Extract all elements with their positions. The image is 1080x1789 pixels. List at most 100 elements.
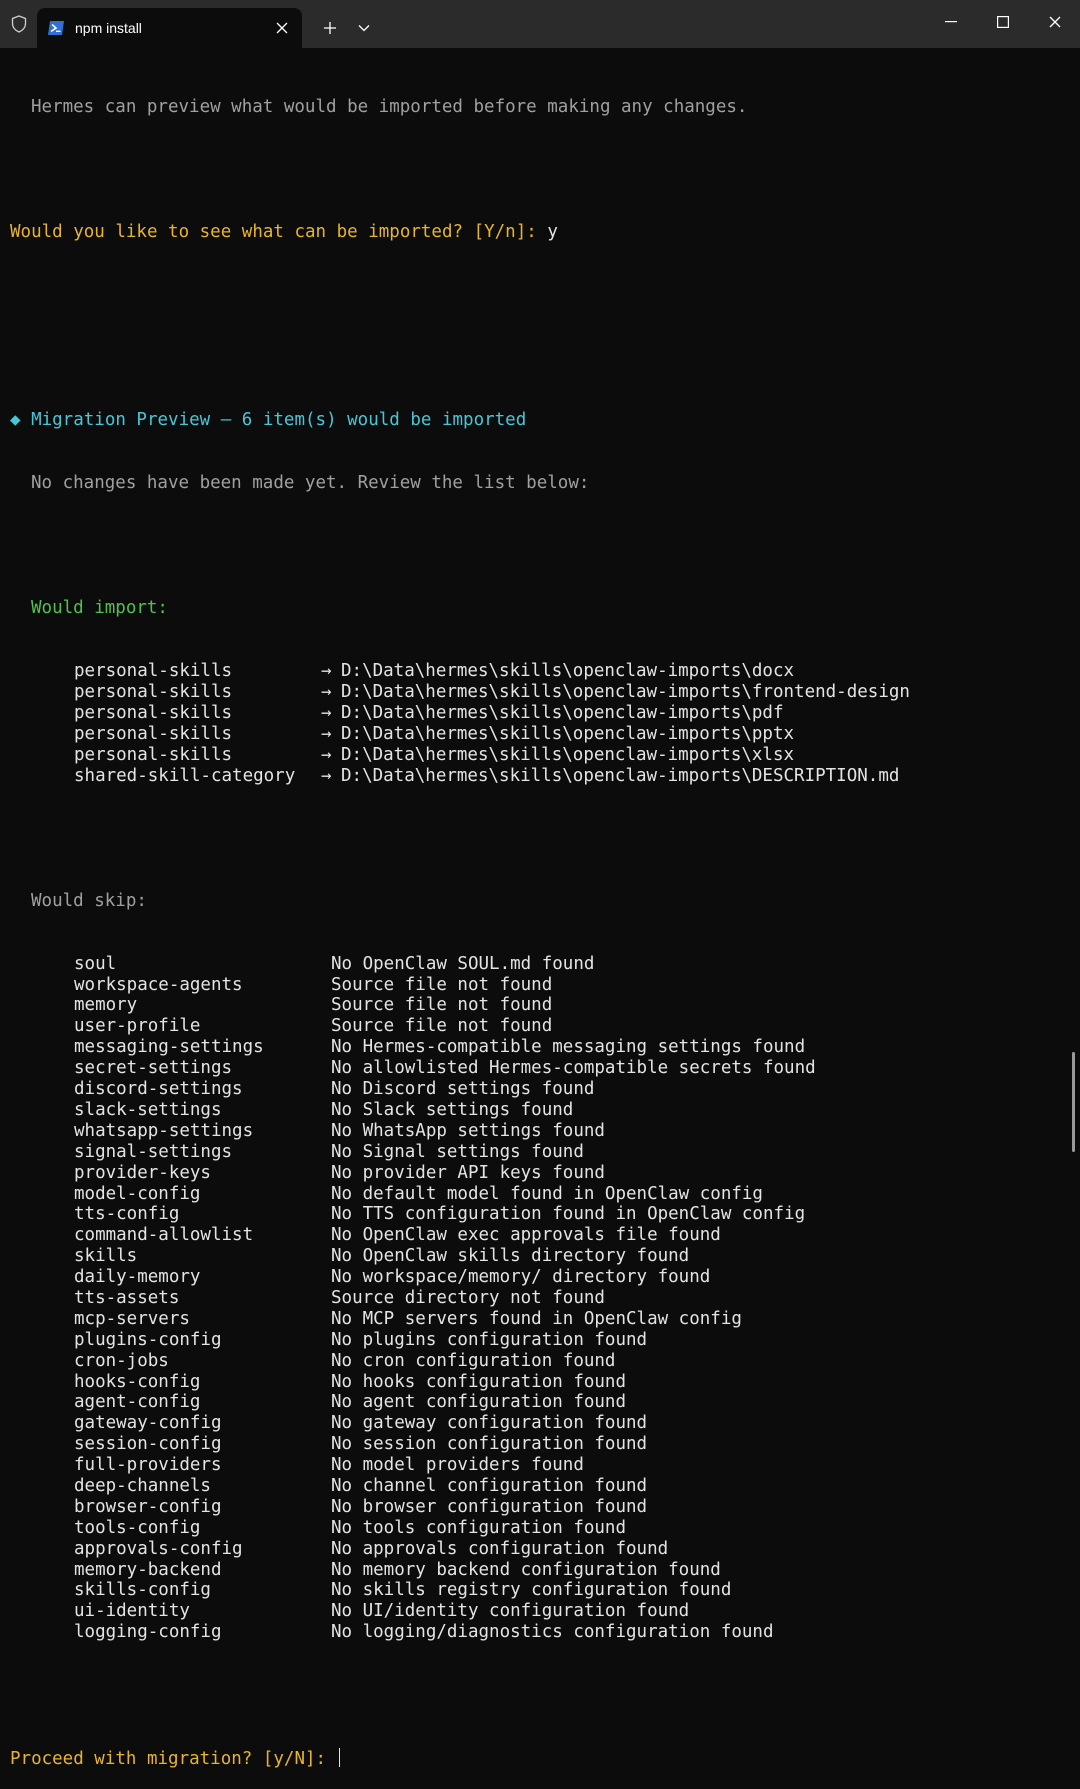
shield-icon[interactable]: [0, 0, 38, 48]
skip-reason: No agent configuration found: [331, 1392, 627, 1413]
skip-row: deep-channels No channel configuration fo…: [10, 1476, 1070, 1497]
skip-item-name: whatsapp-settings: [74, 1120, 254, 1141]
skip-item-name: logging-config: [74, 1622, 222, 1643]
skip-item-name: approvals-config: [74, 1538, 243, 1559]
skip-reason: Source file not found: [331, 995, 553, 1016]
chevron-down-icon[interactable]: [347, 8, 381, 48]
would-skip-heading: Would skip:: [31, 891, 147, 911]
skip-row: cron-jobs No cron configuration found: [10, 1351, 1070, 1372]
import-target-path: D:\Data\hermes\skills\openclaw-imports\p…: [341, 723, 795, 744]
skip-row: workspace-agents Source file not found: [10, 975, 1070, 996]
skip-item-name: session-config: [74, 1434, 222, 1455]
maximize-button[interactable]: [977, 0, 1029, 44]
skip-row: messaging-settings No Hermes-compatible m…: [10, 1037, 1070, 1058]
skip-reason: No tools configuration found: [331, 1517, 627, 1538]
skip-reason: No hooks configuration found: [331, 1371, 627, 1392]
skip-list: soul No OpenClaw SOUL.md found workspace-a…: [10, 954, 1070, 1643]
arrow-icon: →: [321, 702, 332, 723]
skip-row: session-config No session configuration f…: [10, 1434, 1070, 1455]
close-tab-icon[interactable]: [268, 14, 296, 42]
powershell-icon: [47, 19, 65, 37]
skip-row: ui-identity No UI/identity configuration …: [10, 1601, 1070, 1622]
close-window-button[interactable]: [1029, 0, 1080, 44]
arrow-icon: →: [321, 723, 332, 744]
skip-reason: No UI/identity configuration found: [331, 1601, 690, 1622]
skip-item-name: user-profile: [74, 1016, 201, 1037]
skip-row: secret-settings No allowlisted Hermes-com…: [10, 1058, 1070, 1079]
skip-reason: No Discord settings found: [331, 1079, 595, 1100]
text-cursor: [338, 1747, 340, 1767]
import-target-path: D:\Data\hermes\skills\openclaw-imports\x…: [341, 744, 795, 765]
preview-info-line: Hermes can preview what would be importe…: [31, 96, 748, 117]
skip-row: browser-config No browser configuration f…: [10, 1497, 1070, 1518]
import-row: personal-skills → D:\Data\hermes\skills\op…: [10, 724, 1070, 745]
terminal-output[interactable]: Hermes can preview what would be importe…: [10, 55, 1070, 1789]
skip-item-name: skills-config: [74, 1580, 211, 1601]
skip-reason: No OpenClaw SOUL.md found: [331, 953, 595, 974]
skip-reason: No channel configuration found: [331, 1475, 648, 1496]
skip-row: mcp-servers No MCP servers found in OpenC…: [10, 1309, 1070, 1330]
import-list: personal-skills → D:\Data\hermes\skills\op…: [10, 661, 1070, 786]
skip-row: user-profile Source file not found: [10, 1016, 1070, 1037]
skip-reason: No MCP servers found in OpenClaw config: [331, 1308, 742, 1329]
proceed-prompt[interactable]: Proceed with migration? [y/N]:: [10, 1747, 1070, 1769]
import-row: personal-skills → D:\Data\hermes\skills\op…: [10, 682, 1070, 703]
skip-reason: No skills registry configuration found: [331, 1580, 732, 1601]
skip-row: tts-assets Source directory not found: [10, 1288, 1070, 1309]
import-target-path: D:\Data\hermes\skills\openclaw-imports\d…: [341, 661, 795, 682]
skip-row: command-allowlist No OpenClaw exec approv…: [10, 1225, 1070, 1246]
import-row: personal-skills → D:\Data\hermes\skills\op…: [10, 703, 1070, 724]
arrow-icon: →: [321, 765, 332, 786]
skip-item-name: full-providers: [74, 1455, 222, 1476]
tab-npm-install[interactable]: npm install: [37, 8, 302, 48]
skip-row: gateway-config No gateway configuration f…: [10, 1413, 1070, 1434]
scrollbar[interactable]: [1072, 1052, 1075, 1152]
skip-row: skills-config No skills registry configur…: [10, 1580, 1070, 1601]
skip-item-name: plugins-config: [74, 1329, 222, 1350]
skip-item-name: provider-keys: [74, 1162, 211, 1183]
skip-item-name: agent-config: [74, 1392, 201, 1413]
migration-preview-subtitle: No changes have been made yet. Review th…: [31, 473, 590, 494]
migration-preview-heading: ◆ Migration Preview — 6 item(s) would be…: [10, 410, 527, 431]
skip-item-name: soul: [74, 953, 117, 974]
skip-reason: No cron configuration found: [331, 1350, 616, 1371]
skip-reason: No OpenClaw exec approvals file found: [331, 1225, 721, 1246]
skip-row: slack-settings No Slack settings found: [10, 1100, 1070, 1121]
skip-item-name: browser-config: [74, 1496, 222, 1517]
skip-reason: No allowlisted Hermes-compatible secrets…: [331, 1058, 816, 1079]
import-item-name: personal-skills: [74, 744, 233, 765]
skip-reason: No OpenClaw skills directory found: [331, 1246, 690, 1267]
minimize-button[interactable]: [925, 0, 977, 44]
tab-title: npm install: [75, 20, 142, 36]
skip-row: daily-memory No workspace/memory/ directo…: [10, 1267, 1070, 1288]
skip-row: memory Source file not found: [10, 995, 1070, 1016]
skip-item-name: model-config: [74, 1183, 201, 1204]
skip-row: provider-keys No provider API keys found: [10, 1163, 1070, 1184]
skip-reason: No logging/diagnostics configuration fou…: [331, 1622, 774, 1643]
skip-reason: No browser configuration found: [331, 1496, 648, 1517]
skip-item-name: signal-settings: [74, 1141, 233, 1162]
skip-reason: No gateway configuration found: [331, 1413, 648, 1434]
skip-item-name: gateway-config: [74, 1413, 222, 1434]
import-item-name: personal-skills: [74, 682, 233, 703]
skip-reason: Source directory not found: [331, 1287, 605, 1308]
skip-reason: No Slack settings found: [331, 1099, 574, 1120]
skip-reason: No WhatsApp settings found: [331, 1120, 605, 1141]
skip-row: hooks-config No hooks configuration found: [10, 1372, 1070, 1393]
skip-item-name: mcp-servers: [74, 1308, 190, 1329]
see-import-question: Would you like to see what can be import…: [10, 222, 548, 243]
skip-item-name: command-allowlist: [74, 1225, 254, 1246]
skip-row: agent-config No agent configuration found: [10, 1392, 1070, 1413]
skip-item-name: workspace-agents: [74, 974, 243, 995]
skip-item-name: daily-memory: [74, 1267, 201, 1288]
import-row: personal-skills → D:\Data\hermes\skills\op…: [10, 745, 1070, 766]
skip-reason: No provider API keys found: [331, 1162, 605, 1183]
skip-item-name: skills: [74, 1246, 138, 1267]
skip-row: memory-backend No memory backend configur…: [10, 1560, 1070, 1581]
import-item-name: shared-skill-category: [74, 765, 296, 786]
new-tab-button[interactable]: [313, 8, 347, 48]
skip-row: whatsapp-settings No WhatsApp settings fo…: [10, 1121, 1070, 1142]
skip-reason: Source file not found: [331, 974, 553, 995]
skip-item-name: hooks-config: [74, 1371, 201, 1392]
skip-item-name: messaging-settings: [74, 1037, 264, 1058]
